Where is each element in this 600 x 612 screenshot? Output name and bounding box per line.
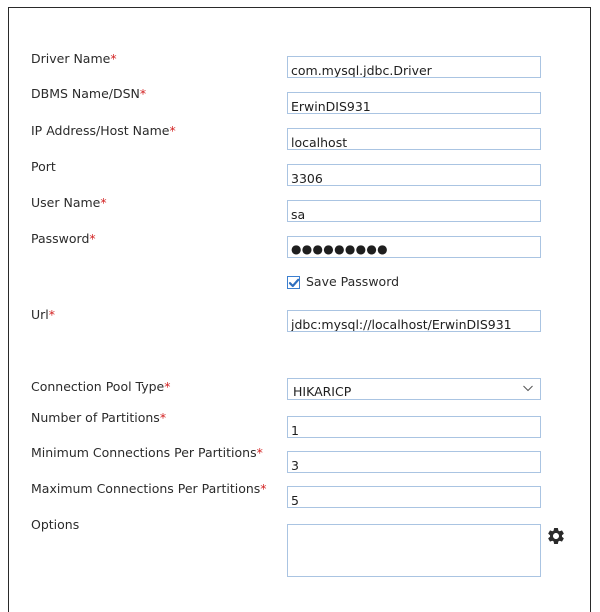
required-mark: * <box>260 481 267 496</box>
driver-name-label: Driver Name* <box>31 51 117 66</box>
chevron-down-icon <box>523 385 533 392</box>
number-of-partitions-label: Number of Partitions* <box>31 410 167 425</box>
connection-pool-type-value: HIKARICP <box>293 384 352 399</box>
dbms-name-label: DBMS Name/DSN* <box>31 86 147 101</box>
required-mark: * <box>139 86 147 101</box>
save-password-label[interactable]: Save Password <box>306 274 399 289</box>
checkmark-icon <box>288 278 300 288</box>
password-label: Password* <box>31 231 96 246</box>
required-mark: * <box>100 195 107 210</box>
port-field[interactable] <box>287 164 541 186</box>
options-textarea[interactable] <box>287 524 541 577</box>
ip-address-field[interactable] <box>287 128 541 150</box>
required-mark: * <box>89 231 96 246</box>
connection-pool-type-select[interactable]: HIKARICP <box>287 378 541 400</box>
min-connections-label: Minimum Connections Per Partitions* <box>31 445 263 460</box>
url-label: Url* <box>31 307 56 322</box>
driver-name-field[interactable] <box>287 56 541 78</box>
user-name-label: User Name* <box>31 195 107 210</box>
dbms-name-field[interactable] <box>287 92 541 114</box>
save-password-checkbox[interactable] <box>287 276 300 289</box>
max-connections-field[interactable] <box>287 486 541 508</box>
required-mark: * <box>159 410 167 425</box>
required-mark: * <box>256 445 263 460</box>
ip-address-label: IP Address/Host Name* <box>31 123 176 138</box>
min-connections-field[interactable] <box>287 451 541 473</box>
number-of-partitions-field[interactable] <box>287 416 541 438</box>
required-mark: * <box>164 379 171 394</box>
required-mark: * <box>110 51 117 66</box>
required-mark: * <box>169 123 176 138</box>
connection-pool-type-label: Connection Pool Type* <box>31 379 171 394</box>
max-connections-label: Maximum Connections Per Partitions* <box>31 481 267 496</box>
port-label: Port <box>31 159 56 174</box>
gear-icon[interactable] <box>546 526 566 546</box>
password-field[interactable] <box>287 236 541 258</box>
options-label: Options <box>31 517 80 532</box>
url-field[interactable] <box>287 310 541 332</box>
required-mark: * <box>48 307 56 322</box>
user-name-field[interactable] <box>287 200 541 222</box>
